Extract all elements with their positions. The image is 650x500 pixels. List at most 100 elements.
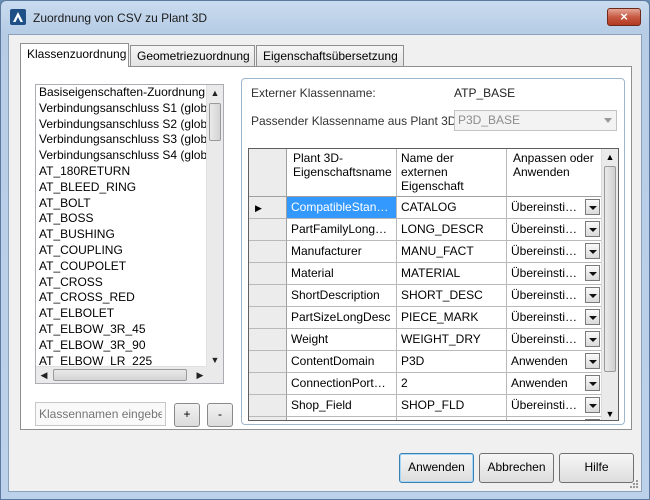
class-name-input[interactable]: [35, 402, 166, 426]
dropdown-arrow-icon[interactable]: [585, 265, 600, 281]
cell-match-or-apply[interactable]: Anwenden: [507, 373, 603, 395]
dropdown-arrow-icon[interactable]: [585, 353, 600, 369]
cell-match-or-apply[interactable]: Übereinstimmen: [507, 219, 603, 241]
cell-external-property[interactable]: CATALOG: [397, 197, 507, 219]
cell-match-or-apply[interactable]: Übereinstimmen: [507, 241, 603, 263]
grid-row[interactable]: Weight WEIGHT_DRY Übereinstimmen: [249, 329, 603, 351]
class-list-item[interactable]: AT_BOSS: [36, 211, 208, 227]
grid-row[interactable]: ConnectionPortCount 2 Anwenden: [249, 373, 603, 395]
cell-match-or-apply[interactable]: Übereinstimmen: [507, 395, 603, 417]
scroll-left-arrow-icon[interactable]: ◀: [36, 367, 52, 383]
grid-scroll-down-arrow-icon[interactable]: ▼: [602, 406, 618, 420]
cell-plant-property[interactable]: ConnectionPortCount: [287, 373, 397, 395]
row-header[interactable]: [249, 241, 287, 263]
tab-geometriezuordnung[interactable]: Geometriezuordnung: [130, 45, 255, 66]
grid-row[interactable]: Length COMP_LEN Übereinstimmen: [249, 417, 603, 420]
cell-plant-property[interactable]: ContentDomain: [287, 351, 397, 373]
class-list-item[interactable]: Verbindungsanschluss S1 (global): [36, 101, 208, 117]
tab-klassenzuordnung[interactable]: Klassenzuordnung: [20, 43, 129, 67]
horizontal-scroll-thumb[interactable]: [53, 369, 187, 381]
plant-class-combobox[interactable]: P3D_BASE: [454, 110, 617, 131]
class-list-vertical-scrollbar[interactable]: ▲ ▼: [206, 85, 223, 368]
class-list-item[interactable]: AT_BUSHING: [36, 227, 208, 243]
class-list-item[interactable]: AT_ELBOLET: [36, 306, 208, 322]
cell-external-property[interactable]: PIECE_MARK: [397, 307, 507, 329]
dropdown-arrow-icon[interactable]: [585, 221, 600, 237]
cell-plant-property[interactable]: Shop_Field: [287, 395, 397, 417]
cell-match-or-apply[interactable]: Übereinstimmen: [507, 307, 603, 329]
class-list-item[interactable]: AT_CROSS_RED: [36, 290, 208, 306]
class-list-item[interactable]: Verbindungsanschluss S2 (global): [36, 117, 208, 133]
remove-class-button[interactable]: -: [207, 403, 233, 427]
class-list-item[interactable]: Basiseigenschaften-Zuordnung: [36, 85, 208, 101]
cell-match-or-apply[interactable]: Übereinstimmen: [507, 285, 603, 307]
dropdown-arrow-icon[interactable]: [585, 243, 600, 259]
grid-row[interactable]: Shop_Field SHOP_FLD Übereinstimmen: [249, 395, 603, 417]
class-list-item[interactable]: Verbindungsanschluss S4 (global): [36, 148, 208, 164]
row-header[interactable]: [249, 417, 287, 420]
column-header-mode[interactable]: Anpassen oder Anwenden: [507, 149, 603, 197]
dropdown-arrow-icon[interactable]: [585, 309, 600, 325]
cell-plant-property[interactable]: PartSizeLongDesc: [287, 307, 397, 329]
dropdown-arrow-icon[interactable]: [585, 397, 600, 413]
class-list-item[interactable]: AT_COUPOLET: [36, 259, 208, 275]
dropdown-arrow-icon[interactable]: [585, 199, 600, 215]
cell-external-property[interactable]: MANU_FACT: [397, 241, 507, 263]
grid-vertical-scrollbar[interactable]: ▲ ▼: [601, 149, 618, 420]
resize-grip-icon[interactable]: [629, 479, 639, 489]
row-header[interactable]: [249, 351, 287, 373]
grid-row[interactable]: PartSizeLongDesc PIECE_MARK Übereinstimmen: [249, 307, 603, 329]
dropdown-arrow-icon[interactable]: [585, 331, 600, 347]
cell-external-property[interactable]: P3D: [397, 351, 507, 373]
grid-row[interactable]: PartFamilyLongDesc LONG_DESCR Übereinstimm…: [249, 219, 603, 241]
class-list-item[interactable]: AT_ELBOW_3R_90: [36, 338, 208, 354]
class-list[interactable]: Basiseigenschaften-Zuordnung Verbindungsa…: [35, 84, 224, 384]
row-header[interactable]: [249, 373, 287, 395]
column-header-external[interactable]: Name der externen Eigenschaft: [397, 149, 507, 197]
cell-plant-property[interactable]: PartFamilyLongDesc: [287, 219, 397, 241]
cell-external-property[interactable]: 2: [397, 373, 507, 395]
row-header[interactable]: [249, 263, 287, 285]
cell-match-or-apply[interactable]: Übereinstimmen: [507, 417, 603, 420]
class-list-item[interactable]: AT_COUPLING: [36, 243, 208, 259]
cancel-button[interactable]: Abbrechen: [479, 453, 554, 483]
scroll-thumb[interactable]: [209, 103, 221, 141]
row-header[interactable]: [249, 219, 287, 241]
cell-match-or-apply[interactable]: Übereinstimmen: [507, 329, 603, 351]
class-list-horizontal-scrollbar[interactable]: ◀ ▶: [36, 366, 208, 383]
class-list-item[interactable]: Verbindungsanschluss S3 (global): [36, 132, 208, 148]
grid-row[interactable]: ContentDomain P3D Anwenden: [249, 351, 603, 373]
dropdown-arrow-icon[interactable]: [585, 419, 600, 420]
dropdown-arrow-icon[interactable]: [585, 375, 600, 391]
cell-plant-property[interactable]: Manufacturer: [287, 241, 397, 263]
cell-match-or-apply[interactable]: Übereinstimmen: [507, 263, 603, 285]
add-class-button[interactable]: +: [174, 403, 200, 427]
title-bar[interactable]: Zuordnung von CSV zu Plant 3D ×: [1, 1, 649, 35]
class-list-item[interactable]: AT_BLEED_RING: [36, 180, 208, 196]
row-header[interactable]: [249, 395, 287, 417]
row-header[interactable]: ▶: [249, 197, 287, 219]
class-list-item[interactable]: AT_CROSS: [36, 275, 208, 291]
cell-external-property[interactable]: SHORT_DESC: [397, 285, 507, 307]
cell-plant-property[interactable]: CompatibleStandard: [287, 197, 397, 219]
grid-row[interactable]: Material MATERIAL Übereinstimmen: [249, 263, 603, 285]
scroll-up-arrow-icon[interactable]: ▲: [207, 85, 223, 101]
grid-row[interactable]: ShortDescription SHORT_DESC Übereinstimmen: [249, 285, 603, 307]
column-header-plant[interactable]: Plant 3D-Eigenschaftsname: [287, 149, 397, 197]
dropdown-arrow-icon[interactable]: [585, 287, 600, 303]
cell-match-or-apply[interactable]: Übereinstimmen: [507, 197, 603, 219]
apply-button[interactable]: Anwenden: [399, 453, 474, 483]
class-list-item[interactable]: AT_BOLT: [36, 196, 208, 212]
close-button[interactable]: ×: [607, 8, 641, 26]
cell-plant-property[interactable]: Weight: [287, 329, 397, 351]
grid-row[interactable]: Manufacturer MANU_FACT Übereinstimmen: [249, 241, 603, 263]
tab-eigenschaftsuebersetzung[interactable]: Eigenschaftsübersetzung: [256, 45, 404, 66]
row-header[interactable]: [249, 285, 287, 307]
row-header[interactable]: [249, 307, 287, 329]
cell-external-property[interactable]: SHOP_FLD: [397, 395, 507, 417]
grid-scroll-up-arrow-icon[interactable]: ▲: [602, 149, 618, 165]
grid-scroll-thumb[interactable]: [604, 166, 616, 372]
cell-plant-property[interactable]: ShortDescription: [287, 285, 397, 307]
help-button[interactable]: Hilfe: [559, 453, 634, 483]
row-header[interactable]: [249, 329, 287, 351]
